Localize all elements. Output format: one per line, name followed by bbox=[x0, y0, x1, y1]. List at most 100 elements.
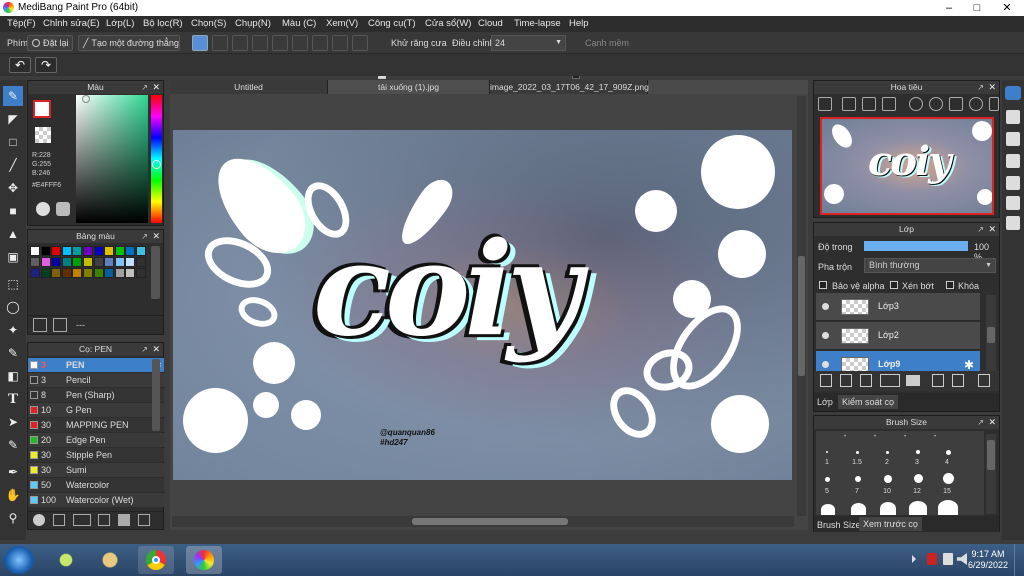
list-icon[interactable] bbox=[1006, 196, 1020, 210]
add-brush-icon[interactable] bbox=[33, 514, 45, 526]
cloud-icon[interactable] bbox=[1005, 86, 1021, 100]
brush-window-icon[interactable] bbox=[138, 514, 150, 526]
curve-ruler-icon[interactable] bbox=[312, 35, 328, 51]
grid-ruler-icon[interactable] bbox=[232, 35, 248, 51]
brush-menu-icon[interactable] bbox=[73, 514, 91, 526]
palette-swatch[interactable] bbox=[40, 257, 51, 267]
tab-brush-preview[interactable]: Xem trước cọ bbox=[859, 517, 922, 531]
parallel-ruler-icon[interactable] bbox=[212, 35, 228, 51]
palette-scrollbar[interactable] bbox=[151, 246, 160, 299]
color-square[interactable] bbox=[76, 95, 148, 223]
palette-swatch[interactable] bbox=[61, 268, 72, 278]
protect-alpha-checkbox[interactable] bbox=[819, 281, 827, 289]
primary-color-swatch[interactable] bbox=[33, 100, 51, 118]
maximize-icon[interactable]: □ bbox=[962, 0, 992, 16]
folder-icon[interactable] bbox=[906, 375, 920, 386]
brush-size-grid[interactable]: • • • • 1 1.5 2 3 4 5 7 10 12 15 bbox=[816, 431, 984, 515]
tab-layer[interactable]: Lớp bbox=[817, 397, 833, 407]
palette-swatch[interactable] bbox=[136, 257, 146, 267]
rotate-left-icon[interactable] bbox=[909, 97, 923, 111]
vertical-scroll-thumb[interactable] bbox=[798, 256, 805, 376]
brush-dot[interactable] bbox=[825, 477, 830, 482]
settings-ruler-icon[interactable] bbox=[352, 35, 368, 51]
new-brush-icon[interactable] bbox=[53, 514, 65, 526]
zoom-in-icon[interactable] bbox=[842, 97, 856, 111]
brush-dot[interactable] bbox=[880, 502, 896, 515]
line-tool-icon[interactable]: ╱ bbox=[3, 155, 23, 175]
expand-icon[interactable]: ↗ bbox=[141, 81, 148, 94]
palette-swatch[interactable] bbox=[72, 257, 83, 267]
app-icon-1[interactable] bbox=[48, 546, 84, 574]
expand-icon[interactable]: ↗ bbox=[977, 223, 984, 236]
eyedropper-icon[interactable]: ✒ bbox=[3, 462, 23, 482]
expand-icon[interactable]: ↗ bbox=[977, 416, 984, 429]
duplicate-layer-icon[interactable] bbox=[932, 374, 944, 387]
close-panel-icon[interactable]: ✕ bbox=[988, 223, 996, 236]
gradient-icon[interactable]: ▣ bbox=[3, 247, 23, 267]
create-line-button[interactable]: ╱ Tạo một đường thẳng bbox=[78, 35, 180, 51]
brush-item[interactable]: 10 G Pen bbox=[28, 403, 164, 417]
close-panel-icon[interactable]: ✕ bbox=[988, 416, 996, 429]
brush-dot[interactable] bbox=[821, 504, 835, 515]
brush-dot[interactable] bbox=[856, 451, 859, 454]
clipping-checkbox[interactable] bbox=[890, 281, 898, 289]
brush-item[interactable]: 50 Watercolor bbox=[28, 478, 164, 492]
brush-size-scrollbar[interactable] bbox=[986, 434, 996, 514]
visibility-icon[interactable] bbox=[822, 303, 829, 310]
brush-dot[interactable] bbox=[909, 501, 927, 515]
palette-swatch[interactable] bbox=[40, 246, 51, 256]
hue-handle[interactable] bbox=[152, 160, 161, 169]
palette-swatch[interactable] bbox=[83, 257, 93, 267]
palette-swatch[interactable] bbox=[61, 246, 72, 256]
navigator-preview[interactable]: coiy bbox=[820, 117, 994, 215]
close-icon[interactable]: ✕ bbox=[992, 0, 1022, 16]
vertical-scrollbar[interactable] bbox=[797, 96, 806, 516]
close-panel-icon[interactable]: ✕ bbox=[988, 81, 996, 94]
tab-untitled[interactable]: Untitled bbox=[170, 80, 328, 94]
rect-select-icon[interactable]: □ bbox=[3, 132, 23, 152]
fit-icon[interactable] bbox=[862, 97, 876, 111]
menu-color[interactable]: Màu (C) bbox=[282, 18, 316, 29]
artwork-canvas[interactable]: coiy @quanquan86 #hd247 bbox=[173, 130, 792, 480]
brush-dot[interactable] bbox=[938, 500, 958, 515]
palette-swatch[interactable] bbox=[125, 257, 136, 267]
palette-swatch[interactable] bbox=[114, 268, 125, 278]
gear-icon[interactable]: ✱ bbox=[964, 358, 974, 371]
brush-scrollbar[interactable] bbox=[152, 359, 160, 431]
blend-mode-select[interactable]: Bình thường ▼ bbox=[864, 258, 996, 273]
menu-file[interactable]: Tệp(F) bbox=[7, 18, 36, 29]
operation-tool-icon[interactable]: ➤ bbox=[3, 412, 23, 432]
medibang-taskbar-icon[interactable] bbox=[186, 546, 222, 574]
adjust-select[interactable]: 24 ▼ bbox=[491, 35, 566, 51]
brush-dot[interactable] bbox=[826, 451, 828, 453]
palette-swatch[interactable] bbox=[125, 268, 136, 278]
paint-icon[interactable] bbox=[92, 546, 128, 574]
menu-help[interactable]: Help bbox=[569, 18, 589, 29]
brush-item[interactable]: 30 MAPPING PEN bbox=[28, 418, 164, 432]
expand-icon[interactable]: ↗ bbox=[977, 81, 984, 94]
palette-swatch[interactable] bbox=[51, 257, 62, 267]
palette-swatch[interactable] bbox=[40, 268, 51, 278]
palette-swatch[interactable] bbox=[104, 246, 115, 256]
brush-item[interactable]: 8 Pen (Sharp) bbox=[28, 388, 164, 402]
text-tool-icon[interactable]: T bbox=[3, 389, 23, 409]
lock-checkbox[interactable] bbox=[946, 281, 954, 289]
close-panel-icon[interactable]: ✕ bbox=[152, 230, 160, 243]
palette-swatch[interactable] bbox=[30, 257, 40, 267]
tray-arrow-icon[interactable] bbox=[912, 555, 920, 563]
new-palette-icon[interactable] bbox=[33, 318, 47, 332]
circle-ruler-icon[interactable] bbox=[332, 35, 348, 51]
palette-swatch[interactable] bbox=[72, 246, 83, 256]
network-icon[interactable] bbox=[943, 553, 953, 565]
brush-copy-icon[interactable] bbox=[98, 514, 110, 526]
palette-swatch[interactable] bbox=[83, 246, 93, 256]
document-icon[interactable] bbox=[1006, 176, 1020, 190]
layer-item[interactable]: Lớp2 bbox=[816, 322, 980, 350]
layer-menu-icon[interactable] bbox=[880, 374, 900, 387]
palette-icon[interactable] bbox=[36, 202, 50, 216]
brush-item[interactable]: 20 Edge Pen bbox=[28, 433, 164, 447]
palette-swatch[interactable] bbox=[30, 246, 40, 256]
palette-swatch[interactable] bbox=[125, 246, 136, 256]
opacity-slider[interactable] bbox=[864, 241, 968, 251]
close-panel-icon[interactable]: ✕ bbox=[152, 343, 160, 356]
